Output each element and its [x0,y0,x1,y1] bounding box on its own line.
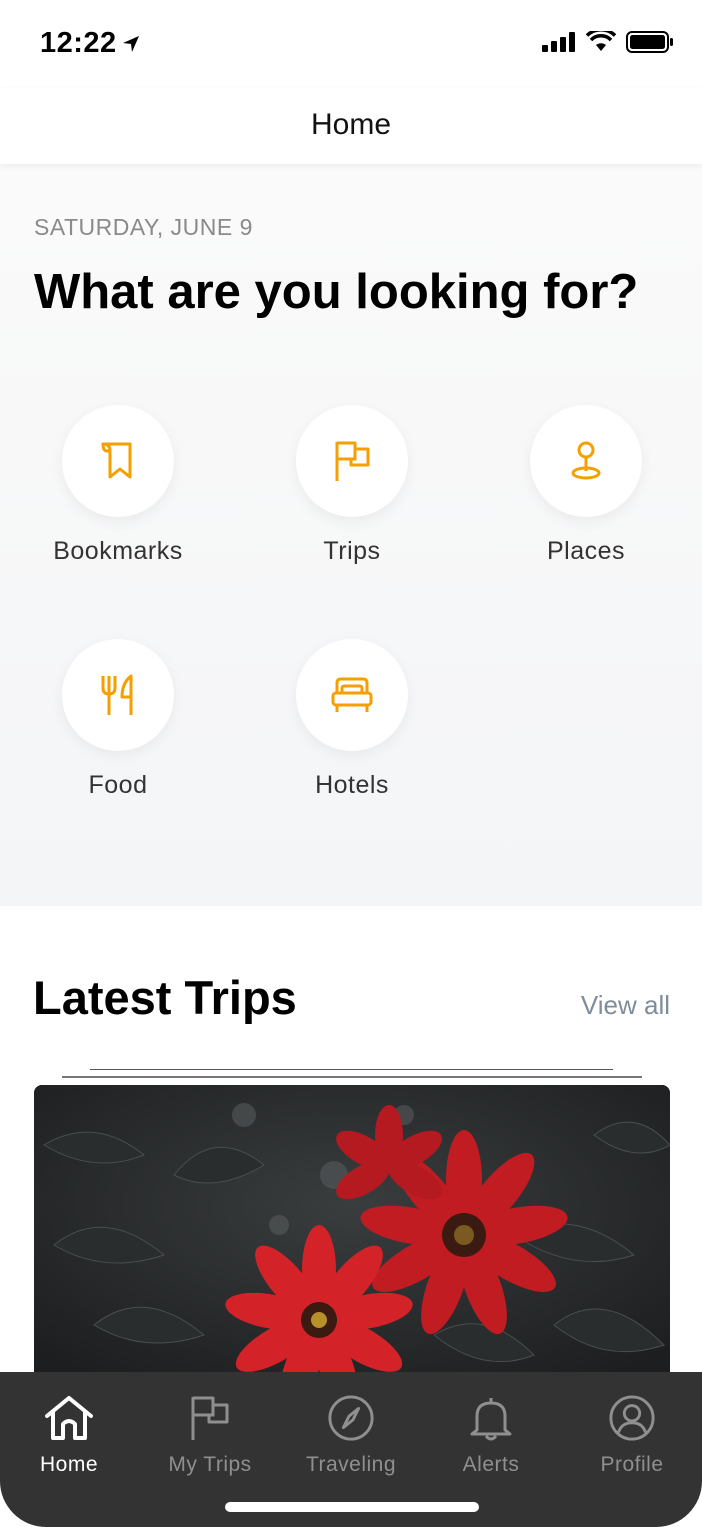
cellular-signal-icon [542,32,575,52]
category-label: Places [546,537,626,565]
bed-icon [331,677,373,712]
status-time: 12:22 [40,27,141,60]
battery-icon [626,31,673,53]
category-places[interactable]: Places [486,405,686,566]
category-food-circle[interactable] [62,639,174,751]
status-icons [542,31,674,53]
pin-icon [571,441,601,480]
tab-alerts[interactable]: Alerts [426,1394,556,1477]
category-label: Food [88,771,148,799]
tab-home[interactable]: Home [4,1394,134,1477]
card-stack-edge [62,1076,642,1078]
category-bookmarks[interactable]: Bookmarks [18,405,218,566]
location-arrow-icon [122,36,139,53]
category-hotels[interactable]: Hotels [252,639,452,800]
page-title: Home [310,108,392,141]
flag-icon [191,1396,229,1440]
fork-knife-icon [101,674,133,715]
category-label: Hotels [315,771,389,799]
home-icon [45,1396,93,1440]
category-trips-circle[interactable] [296,405,408,517]
category-trips[interactable]: Trips [252,405,452,566]
tab-label: My Trips [168,1453,252,1476]
headline: What are you looking for? [34,265,639,319]
tab-profile[interactable]: Profile [567,1394,697,1477]
home-indicator [225,1502,479,1512]
navigation-bar: Home [0,88,702,164]
flag-icon [335,441,370,481]
hero-section: SATURDAY, JUNE 9 What are you looking fo… [0,164,702,906]
tab-label: Home [39,1453,99,1476]
tab-traveling[interactable]: Traveling [286,1394,416,1477]
status-time-label: 12:22 [40,27,117,59]
user-icon [609,1395,655,1441]
tab-label: Alerts [462,1453,520,1476]
category-hotels-circle[interactable] [296,639,408,751]
view-all-link[interactable]: View all [581,990,670,1021]
trip-card-image[interactable] [34,1085,670,1385]
latest-trips-title: Latest Trips [33,971,297,1024]
wifi-icon [586,31,616,51]
bell-icon [470,1398,512,1441]
tab-label: Profile [600,1453,664,1476]
flower-photo [34,1085,670,1385]
category-places-circle[interactable] [530,405,642,517]
tab-my-trips[interactable]: My Trips [145,1394,275,1477]
status-bar: 12:22 [0,0,702,88]
category-bookmarks-circle[interactable] [62,405,174,517]
card-stack-edge [90,1069,613,1070]
bookmark-icon [101,442,132,479]
category-food[interactable]: Food [18,639,218,800]
tab-label: Traveling [305,1453,397,1476]
category-label: Trips [323,537,381,565]
compass-icon [328,1395,374,1441]
date-label: SATURDAY, JUNE 9 [34,214,253,240]
category-label: Bookmarks [53,537,183,565]
